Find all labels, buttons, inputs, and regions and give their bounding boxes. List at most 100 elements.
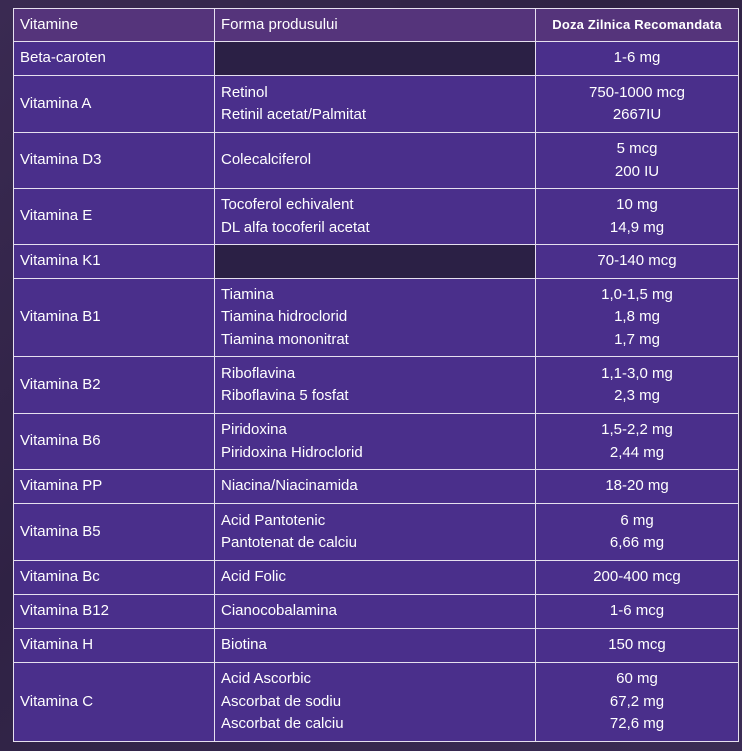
header-vitamine: Vitamine <box>13 8 215 42</box>
product-form-cell: Biotina <box>214 628 536 663</box>
daily-dose-cell: 750-1000 mcg 2667IU <box>535 75 739 133</box>
product-form-text: DL alfa tocoferil acetat <box>221 218 370 236</box>
daily-dose-text: 72,6 mg <box>609 715 665 733</box>
product-form-text: Ascorbat de sodiu <box>221 692 342 710</box>
product-form-cell: Retinol Retinil acetat/Palmitat <box>214 75 536 133</box>
product-form-text: Tocoferol echivalent <box>221 196 354 213</box>
daily-dose-text: 60 mg <box>616 670 658 688</box>
product-form-cell: Niacina/Niacinamida <box>214 469 536 504</box>
daily-dose-text: 67,2 mg <box>609 692 665 710</box>
table-row: Vitamina E Tocoferol echivalent DL alfa to… <box>13 188 739 245</box>
vitamin-name-cell: Vitamina D3 <box>13 132 215 189</box>
vitamin-name-cell: Vitamina K1 <box>13 244 215 279</box>
table-row: Vitamina D3 Colecalciferol 5 mcg 200 IU <box>13 132 739 189</box>
daily-dose-text: 6 mg <box>620 511 654 529</box>
daily-dose-text: 1,1-3,0 mg <box>601 364 673 382</box>
vitamin-name-cell: Vitamina C <box>13 662 215 742</box>
daily-dose-cell: 150 mcg <box>535 628 739 663</box>
daily-dose-text: 14,9 mg <box>609 218 665 236</box>
daily-dose-cell: 60 mg 67,2 mg 72,6 mg <box>535 662 739 742</box>
product-form-cell: Acid Pantotenic Pantotenat de calciu <box>214 503 536 561</box>
product-form-text: Acid Pantotenic <box>221 511 326 529</box>
vitamin-name-cell: Vitamina B2 <box>13 356 215 414</box>
daily-dose-text: 2667IU <box>612 106 662 123</box>
table-row: Beta-caroten 1-6 mg <box>13 41 739 76</box>
vitamin-table-container: Vitamine Forma produsului Doza Zilnica R… <box>13 8 739 742</box>
daily-dose-cell: 10 mg 14,9 mg <box>535 188 739 245</box>
daily-dose-text: 18-20 mg <box>605 477 669 495</box>
daily-dose-text: 2,44 mg <box>609 443 665 461</box>
vitamin-name-cell: Vitamina Bc <box>13 560 215 595</box>
table-row: Vitamina A Retinol Retinil acetat/Palmitat… <box>13 75 739 133</box>
vitamin-name-cell: Vitamina B12 <box>13 594 215 629</box>
product-form-text: Piridoxina <box>221 421 287 438</box>
product-form-cell <box>214 41 536 76</box>
daily-dose-text: 1,0-1,5 mg <box>601 285 673 303</box>
product-form-cell: Piridoxina Piridoxina Hidroclorid <box>214 413 536 470</box>
daily-dose-cell: 1,0-1,5 mg 1,8 mg 1,7 mg <box>535 278 739 357</box>
daily-dose-cell: 1,1-3,0 mg 2,3 mg <box>535 356 739 414</box>
product-form-text: Retinol <box>221 83 268 101</box>
daily-dose-text: 6,66 mg <box>609 534 665 551</box>
product-form-cell: Acid Ascorbic Ascorbat de sodiu Ascorbat d… <box>214 662 536 742</box>
vitamin-name-cell: Vitamina B5 <box>13 503 215 561</box>
daily-dose-cell: 1,5-2,2 mg 2,44 mg <box>535 413 739 470</box>
product-form-text: Tiamina hidroclorid <box>221 308 348 326</box>
daily-dose-text: 70-140 mcg <box>597 252 677 270</box>
vitamin-name-cell: Beta-caroten <box>13 41 215 76</box>
product-form-cell: Acid Folic <box>214 560 536 595</box>
product-form-text: Tiamina mononitrat <box>221 330 349 348</box>
product-form-text: Piridoxina Hidroclorid <box>221 443 363 461</box>
table-row: Vitamina B12 Cianocobalamina 1-6 mcg <box>13 594 739 629</box>
vitamin-name-cell: Vitamina PP <box>13 469 215 504</box>
daily-dose-text: 1,8 mg <box>614 308 660 326</box>
product-form-text: Retinil acetat/Palmitat <box>221 106 367 123</box>
daily-dose-text: 750-1000 mcg <box>589 83 685 101</box>
product-form-text: Tiamina <box>221 285 274 303</box>
daily-dose-cell: 6 mg 6,66 mg <box>535 503 739 561</box>
table-row: Vitamina PP Niacina/Niacinamida 18-20 mg <box>13 469 739 504</box>
daily-dose-text: 1,7 mg <box>614 330 660 348</box>
daily-dose-cell: 200-400 mcg <box>535 560 739 595</box>
daily-dose-cell: 1-6 mg <box>535 41 739 76</box>
product-form-text: Riboflavina <box>221 364 296 382</box>
daily-dose-text: 2,3 mg <box>614 387 660 404</box>
table-row: Vitamina B6 Piridoxina Piridoxina Hidroclo… <box>13 413 739 470</box>
vitamin-name-cell: Vitamina B1 <box>13 278 215 357</box>
product-form-text: Acid Folic <box>221 568 287 586</box>
table-row: Vitamina B1 Tiamina Tiamina hidroclorid Tia… <box>13 278 739 357</box>
daily-dose-text: 200-400 mcg <box>593 568 681 586</box>
product-form-cell: Riboflavina Riboflavina 5 fosfat <box>214 356 536 414</box>
table-header-row: Vitamine Forma produsului Doza Zilnica R… <box>13 8 739 42</box>
daily-dose-text: 1,5-2,2 mg <box>601 421 673 438</box>
daily-dose-cell: 1-6 mcg <box>535 594 739 629</box>
daily-dose-cell: 18-20 mg <box>535 469 739 504</box>
daily-dose-cell: 5 mcg 200 IU <box>535 132 739 189</box>
table-row: Vitamina B2 Riboflavina Riboflavina 5 fosf… <box>13 356 739 414</box>
table-body: Beta-caroten 1-6 mg Vitamina A Retinol Retin… <box>13 41 739 742</box>
table-row: Vitamina B5 Acid Pantotenic Pantotenat de … <box>13 503 739 561</box>
product-form-text: Acid Ascorbic <box>221 670 312 688</box>
header-doza-zilnica: Doza Zilnica Recomandata <box>535 8 739 42</box>
product-form-text: Pantotenat de calciu <box>221 534 357 551</box>
vitamin-name-cell: Vitamina A <box>13 75 215 133</box>
daily-dose-cell: 70-140 mcg <box>535 244 739 279</box>
product-form-cell <box>214 244 536 279</box>
vitamin-name-cell: Vitamina B6 <box>13 413 215 470</box>
vitamin-dosage-table: Vitamine Forma produsului Doza Zilnica R… <box>13 8 739 742</box>
daily-dose-text: 5 mcg <box>616 140 658 157</box>
daily-dose-text: 1-6 mcg <box>609 602 665 620</box>
product-form-text: Ascorbat de calciu <box>221 715 344 733</box>
product-form-text: Niacina/Niacinamida <box>221 477 358 495</box>
product-form-cell: Tocoferol echivalent DL alfa tocoferil ac… <box>214 188 536 245</box>
table-row: Vitamina C Acid Ascorbic Ascorbat de sodiu… <box>13 662 739 742</box>
product-form-cell: Colecalciferol <box>214 132 536 189</box>
vitamin-name-cell: Vitamina E <box>13 188 215 245</box>
product-form-text: Cianocobalamina <box>221 602 337 620</box>
vitamin-name-cell: Vitamina H <box>13 628 215 663</box>
daily-dose-text: 150 mcg <box>608 636 666 654</box>
product-form-text: Colecalciferol <box>221 151 312 169</box>
product-form-text: Biotina <box>221 636 267 654</box>
product-form-cell: Tiamina Tiamina hidroclorid Tiamina mononi… <box>214 278 536 357</box>
daily-dose-text: 200 IU <box>614 162 660 180</box>
